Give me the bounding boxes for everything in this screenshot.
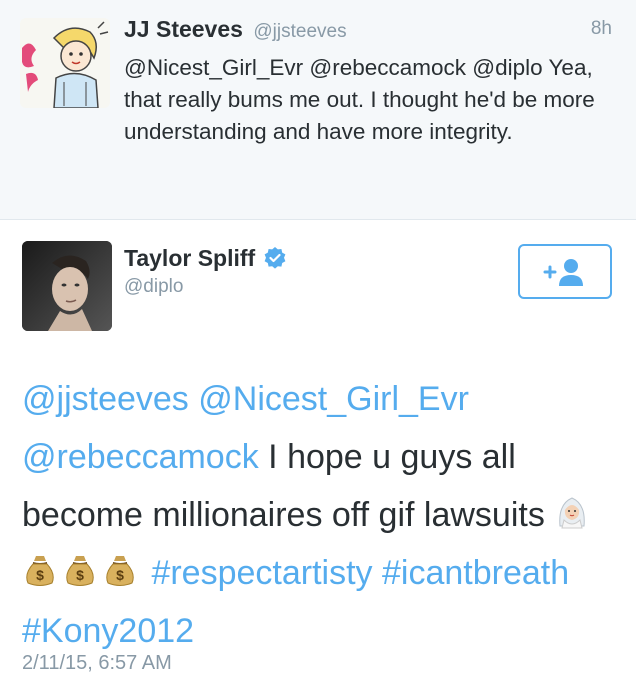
money-bag-emoji-icon: $ (106, 556, 134, 586)
tweet-timestamp: 2/11/15, 6:57 AM (22, 652, 172, 674)
svg-text:$: $ (36, 567, 44, 583)
profile-photo-avatar-image (22, 241, 112, 331)
main-tweet-text: @jjsteeves @Nicest_Girl_Evr @rebeccamock… (22, 370, 622, 660)
hashtag-respectartisty[interactable]: #respectartisty (151, 554, 372, 592)
main-tweet: Taylor Spliff @diplo @jjsteeves @Nicest_… (0, 220, 636, 693)
main-display-name[interactable]: Taylor Spliff (124, 245, 255, 272)
reply-handle[interactable]: @jjsteeves (253, 21, 346, 42)
money-bag-emoji-icon: $ (26, 556, 54, 586)
money-bag-emoji-icon: $ (66, 556, 94, 586)
main-name-row: Taylor Spliff (124, 242, 287, 274)
reply-avatar[interactable] (20, 18, 110, 108)
follow-button[interactable] (518, 244, 612, 299)
reply-timestamp: 8h (590, 18, 612, 39)
mention-jjsteeves[interactable]: @jjsteeves (22, 380, 189, 418)
svg-text:$: $ (116, 567, 124, 583)
bride-emoji-icon (559, 497, 586, 529)
verified-badge-icon (264, 247, 286, 269)
hashtag-kony2012[interactable]: #Kony2012 (22, 612, 194, 650)
main-avatar[interactable] (22, 241, 112, 331)
reply-display-name[interactable]: JJ Steeves (124, 16, 243, 42)
reply-header: JJ Steeves @jjsteeves 8h (124, 16, 612, 46)
reply-tweet-text: @Nicest_Girl_Evr @rebeccamock @diplo Yea… (124, 55, 595, 144)
reply-tweet[interactable]: JJ Steeves @jjsteeves 8h @Nicest_Girl_Ev… (0, 0, 636, 220)
mention-nicest-girl-evr[interactable]: @Nicest_Girl_Evr (198, 380, 469, 418)
main-handle[interactable]: @diplo (124, 276, 183, 298)
hashtag-icantbreath[interactable]: #icantbreath (382, 554, 569, 592)
svg-text:$: $ (76, 567, 84, 583)
mention-rebeccamock[interactable]: @rebeccamock (22, 438, 259, 476)
add-user-icon (543, 258, 583, 286)
cartoon-girl-avatar-image (20, 18, 110, 108)
